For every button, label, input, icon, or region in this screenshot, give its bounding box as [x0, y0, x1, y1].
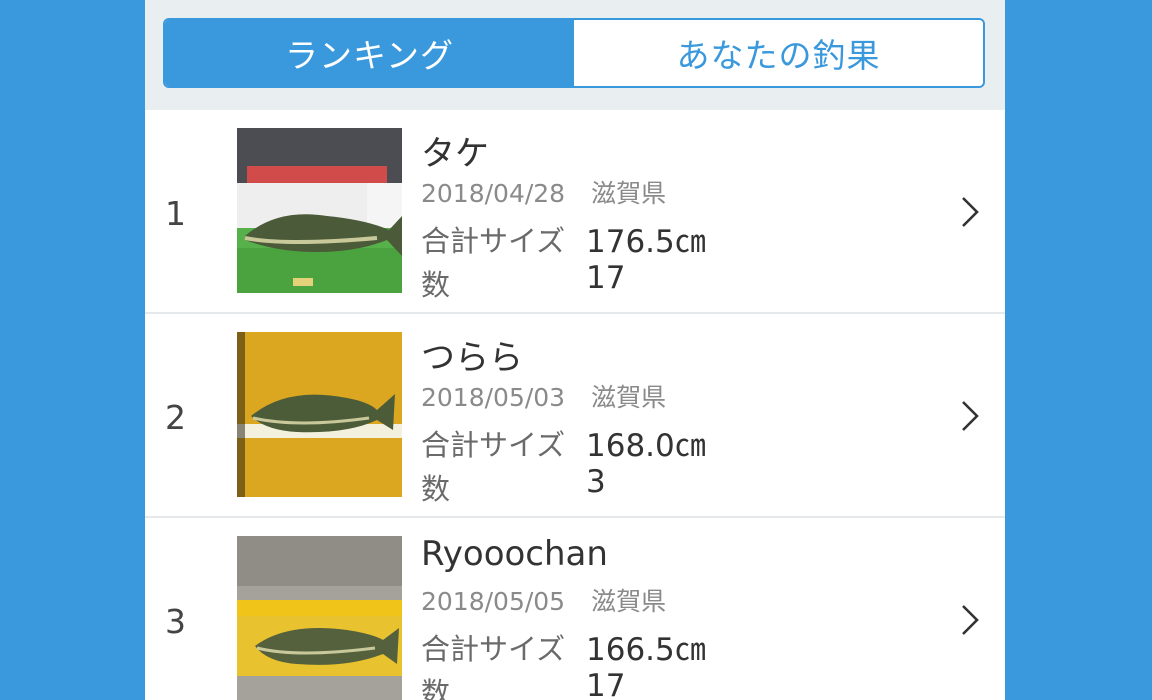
rank-number: 3	[165, 602, 186, 641]
rank-number: 2	[165, 398, 186, 437]
catch-photo	[237, 128, 402, 293]
catch-photo	[237, 332, 402, 497]
count-label: 数	[421, 268, 451, 302]
angler-name: タケ	[421, 134, 489, 174]
catch-date: 2018/05/05	[421, 587, 566, 616]
catch-prefecture: 滋賀県	[591, 383, 667, 412]
total-size-label: 合計サイズ	[421, 224, 566, 258]
total-size-label: 合計サイズ	[421, 428, 566, 462]
catch-prefecture: 滋賀県	[591, 179, 667, 208]
total-size-value: 166.5㎝	[586, 632, 706, 668]
catch-meta: 2018/04/28 滋賀県	[421, 174, 666, 210]
count-value: 17	[586, 260, 626, 296]
main-panel: ランキング あなたの釣果 1 タケ 2018/04/28 滋賀県 合計サイズ 1…	[145, 0, 1005, 700]
catch-date: 2018/05/03	[421, 383, 566, 412]
total-size-value: 176.5㎝	[586, 224, 706, 260]
ranking-row-2[interactable]: 2 つらら 2018/05/03 滋賀県 合計サイズ 168.0㎝ 数 3	[145, 314, 1005, 518]
count-value: 17	[586, 668, 626, 700]
catch-prefecture: 滋賀県	[591, 587, 667, 616]
count-label: 数	[421, 676, 451, 700]
count-value: 3	[586, 464, 606, 500]
chevron-right-icon[interactable]	[955, 398, 983, 434]
ranking-row-1[interactable]: 1 タケ 2018/04/28 滋賀県 合計サイズ 176.5㎝ 数 17	[145, 110, 1005, 314]
catch-photo	[237, 536, 402, 700]
rank-number: 1	[165, 194, 186, 233]
count-label: 数	[421, 472, 451, 506]
angler-name: Ryooochan	[421, 534, 608, 574]
tab-header: ランキング あなたの釣果	[145, 0, 1005, 110]
total-size-value: 168.0㎝	[586, 428, 706, 464]
chevron-right-icon[interactable]	[955, 194, 983, 230]
angler-name: つらら	[421, 338, 523, 378]
segmented-control: ランキング あなたの釣果	[163, 18, 985, 88]
ranking-row-3[interactable]: 3 Ryooochan 2018/05/05 滋賀県 合計サイズ 166.5㎝ 数…	[145, 518, 1005, 700]
catch-meta: 2018/05/03 滋賀県	[421, 378, 666, 414]
tab-my-catch[interactable]: あなたの釣果	[574, 20, 983, 86]
chevron-right-icon[interactable]	[955, 602, 983, 638]
catch-meta: 2018/05/05 滋賀県	[421, 582, 666, 618]
tab-ranking[interactable]: ランキング	[165, 20, 574, 86]
catch-date: 2018/04/28	[421, 179, 566, 208]
total-size-label: 合計サイズ	[421, 632, 566, 666]
